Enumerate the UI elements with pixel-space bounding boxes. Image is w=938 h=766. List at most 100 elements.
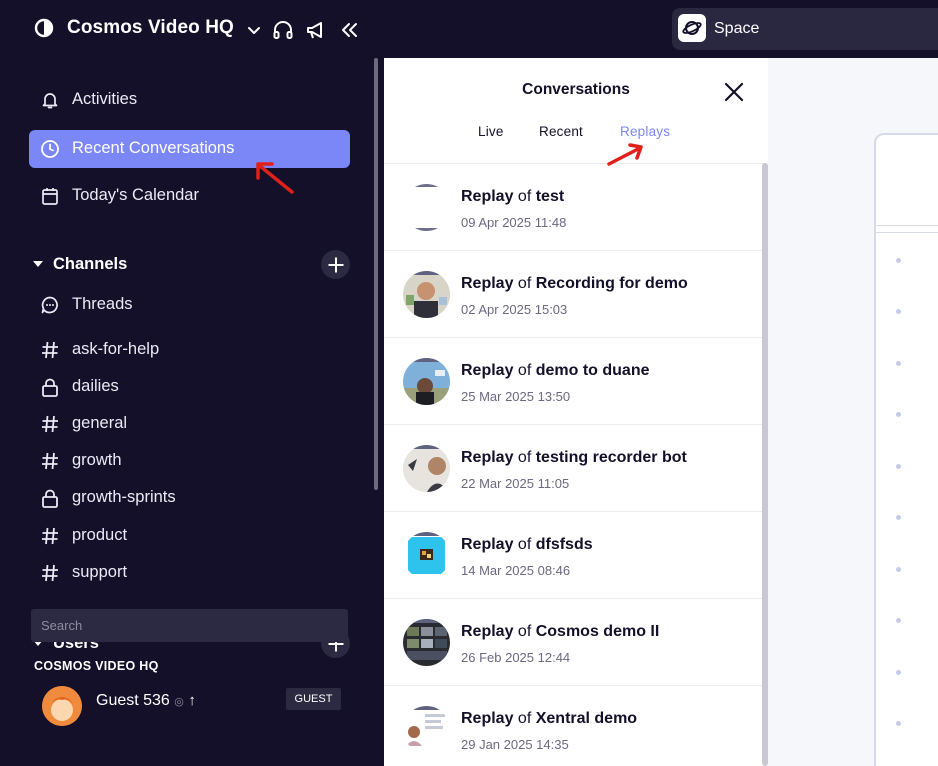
replay-title: Replay of dfsfsds <box>461 536 593 553</box>
headphones-icon[interactable] <box>272 19 294 41</box>
channel-label: support <box>72 563 128 581</box>
conversation-list: Replay of test 09 Apr 2025 11:48 Replay … <box>384 163 764 753</box>
replay-date: 25 Mar 2025 13:50 <box>461 389 571 404</box>
replay-thumbnail <box>403 706 450 753</box>
user-search-input[interactable] <box>31 609 348 642</box>
panel-title: Conversations <box>522 81 630 98</box>
hash-icon <box>42 341 58 359</box>
hash-icon <box>42 564 58 582</box>
list-item[interactable]: Replay of testing recorder bot 22 Mar 20… <box>384 425 764 512</box>
channel-item-ask-for-help[interactable]: ask-for-help <box>40 338 340 362</box>
channel-item-growth[interactable]: growth <box>40 449 340 473</box>
grid-dot <box>896 464 901 469</box>
bell-icon <box>42 93 58 109</box>
nav-item-recent-conversations[interactable]: Recent Conversations <box>29 130 350 168</box>
collapse-sidebar-icon[interactable] <box>338 19 360 41</box>
tab-recent[interactable]: Recent <box>539 124 583 139</box>
tab-replays[interactable]: Replays <box>620 124 670 139</box>
replay-title: Replay of testing recorder bot <box>461 449 687 466</box>
caret-down-icon <box>33 260 43 267</box>
replay-thumbnail <box>403 532 450 579</box>
workspace-logo-icon <box>34 18 54 38</box>
frame-divider <box>876 232 938 233</box>
replay-date: 26 Feb 2025 12:44 <box>461 650 571 665</box>
hash-icon <box>42 527 58 545</box>
frame-divider <box>876 225 938 226</box>
chevron-down-icon[interactable] <box>243 19 265 41</box>
channels-heading: Channels <box>53 255 128 273</box>
grid-dot <box>896 670 901 675</box>
status-icon: ◎ <box>174 696 184 708</box>
channel-item-growth-sprints[interactable]: growth-sprints <box>40 486 340 510</box>
list-item[interactable]: Replay of test 09 Apr 2025 11:48 <box>384 164 764 251</box>
replay-thumbnail <box>403 358 450 405</box>
grid-dot <box>896 309 901 314</box>
lock-icon <box>42 378 58 397</box>
list-item[interactable]: Replay of Xentral demo 29 Jan 2025 14:35 <box>384 686 764 766</box>
channel-label: growth <box>72 451 122 469</box>
nav-item-todays-calendar[interactable]: Today's Calendar <box>29 177 350 215</box>
list-item[interactable]: Replay of Cosmos demo II 26 Feb 2025 12:… <box>384 599 764 686</box>
replay-thumbnail <box>403 619 450 666</box>
channel-item-general[interactable]: general <box>40 412 340 436</box>
list-item[interactable]: Replay of dfsfsds 14 Mar 2025 08:46 <box>384 512 764 599</box>
grid-dot <box>896 361 901 366</box>
avatar[interactable] <box>42 686 82 726</box>
chat-bubble-icon <box>41 296 58 314</box>
channel-item-support[interactable]: support <box>40 561 340 585</box>
replay-date: 29 Jan 2025 14:35 <box>461 737 569 752</box>
annotation-arrow-icon <box>256 162 294 194</box>
tab-live[interactable]: Live <box>478 124 504 139</box>
hash-icon <box>42 415 58 433</box>
workspace-name[interactable]: Cosmos Video HQ <box>67 17 234 39</box>
nav-item-label: Activities <box>72 90 138 108</box>
replay-thumbnail <box>403 184 450 231</box>
guest-badge: GUEST <box>286 688 341 710</box>
channel-label: dailies <box>72 377 119 395</box>
list-item[interactable]: Replay of demo to duane 25 Mar 2025 13:5… <box>384 338 764 425</box>
grid-dot <box>896 412 901 417</box>
replay-date: 14 Mar 2025 08:46 <box>461 563 571 578</box>
replay-title: Replay of Xentral demo <box>461 710 638 727</box>
sidebar-scrollbar[interactable] <box>374 58 378 490</box>
grid-dot <box>896 721 901 726</box>
channel-item-threads[interactable]: Threads <box>40 293 340 317</box>
calendar-icon <box>42 188 58 205</box>
channel-item-product[interactable]: product <box>40 524 340 548</box>
arrow-up-icon: ↑ <box>188 692 196 709</box>
space-search-button[interactable]: Space <box>672 8 938 50</box>
nav-item-label: Today's Calendar <box>72 186 199 204</box>
list-item[interactable]: Replay of Recording for demo 02 Apr 2025… <box>384 251 764 338</box>
channel-item-dailies[interactable]: dailies <box>40 375 340 399</box>
lock-icon <box>42 489 58 508</box>
nav-item-label: Recent Conversations <box>72 139 235 157</box>
replay-title: Replay of test <box>461 188 565 205</box>
channel-label: product <box>72 526 128 544</box>
nav-item-activities[interactable]: Activities <box>29 81 350 119</box>
org-label: COSMOS VIDEO HQ <box>34 659 159 673</box>
megaphone-icon[interactable] <box>305 19 327 41</box>
grid-dot <box>896 618 901 623</box>
grid-dot <box>896 515 901 520</box>
hash-icon <box>42 452 58 470</box>
channel-label: general <box>72 414 128 432</box>
guest-user-name[interactable]: Guest 536 ◎ ↑ <box>96 692 196 710</box>
replay-date: 22 Mar 2025 11:05 <box>461 476 570 491</box>
top-bar: Cosmos Video HQ Space <box>0 0 938 58</box>
replay-title: Replay of Recording for demo <box>461 275 688 292</box>
conversations-panel: Conversations Live Recent Replays Replay… <box>384 58 768 766</box>
grid-dot <box>896 258 901 263</box>
space-canvas[interactable] <box>768 58 938 766</box>
channel-label: Threads <box>72 295 133 313</box>
annotation-arrow-icon <box>607 143 643 166</box>
replay-title: Replay of Cosmos demo II <box>461 623 660 640</box>
space-search-label: Space <box>714 20 760 37</box>
grid-dot <box>896 567 901 572</box>
channel-label: ask-for-help <box>72 340 160 358</box>
add-channel-button[interactable] <box>321 250 350 279</box>
channels-section-toggle[interactable]: Channels <box>33 255 127 274</box>
channel-label: growth-sprints <box>72 488 176 506</box>
close-icon[interactable] <box>722 80 746 104</box>
replay-date: 09 Apr 2025 11:48 <box>461 215 567 230</box>
replay-thumbnail <box>403 445 450 492</box>
